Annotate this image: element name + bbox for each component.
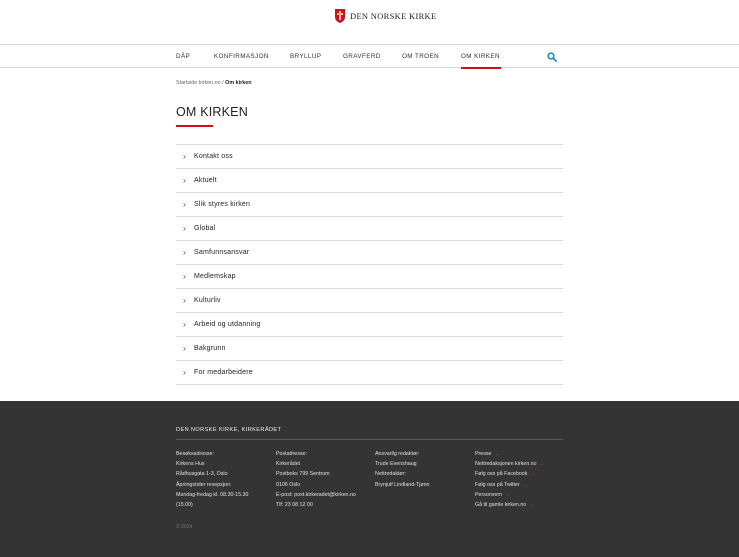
menu-item-label: Global	[194, 225, 216, 232]
nav-item-gravferd[interactable]: GRAVFERD	[343, 45, 381, 67]
arrow-right-icon: →	[529, 502, 535, 509]
arrow-right-icon: →	[539, 461, 545, 468]
menu-item-kontakt-oss[interactable]: › Kontakt oss	[176, 145, 563, 169]
arrow-right-icon: →	[522, 481, 528, 488]
footer-text: Kirkerådet	[276, 461, 301, 468]
footer-link-label: Gå til gamle kirken.no	[475, 502, 527, 509]
menu-item-slik-styres-kirken[interactable]: › Slik styres kirken	[176, 193, 563, 217]
footer-text: Kirkens Hus	[176, 461, 205, 468]
arrow-right-icon: →	[494, 451, 500, 457]
footer-text: 0106 Oslo	[276, 481, 301, 488]
footer-text: Trude Evenshaug	[375, 461, 417, 468]
breadcrumb-home-link[interactable]: Startside kirken.no	[176, 80, 221, 86]
breadcrumb: Startside kirken.no / Om kirken	[176, 80, 252, 86]
menu-item-label: Slik styres kirken	[194, 201, 251, 208]
footer-text: Brynjulf Lindland-Tjønn	[375, 481, 430, 488]
footer-editor-column: Ansvarlig redaktør: Trude Evenshaug Nett…	[375, 449, 429, 490]
copyright: © 2014	[176, 524, 193, 530]
chevron-right-icon: ›	[183, 176, 186, 185]
menu-item-for-medarbeidere[interactable]: › For medarbeidere	[176, 361, 563, 385]
menu-item-label: Aktuelt	[194, 177, 217, 184]
footer-text: Postboks 799 Sentrum	[276, 471, 330, 478]
menu-item-arbeid-og-utdanning[interactable]: › Arbeid og utdanning	[176, 313, 563, 337]
menu-item-label: Kontakt oss	[194, 153, 233, 160]
nav-item-konfirmasjon[interactable]: KONFIRMASJON	[214, 45, 269, 67]
nav-item-bryllup[interactable]: BRYLLUP	[290, 45, 321, 67]
footer-link-personvern[interactable]: Personvern →	[475, 490, 545, 500]
site-logo[interactable]: DEN NORSKE KIRKE	[334, 8, 437, 24]
menu-item-label: Kulturliv	[194, 297, 221, 304]
footer-link-facebook[interactable]: Følg oss på Facebook →	[475, 469, 545, 479]
footer-title: DEN NORSKE KIRKE, KIRKERÅDET	[176, 427, 282, 433]
footer-text: Mandag-fredag kl. 08.30-15.30	[176, 491, 249, 498]
search-icon[interactable]	[547, 52, 557, 62]
church-shield-icon	[335, 9, 345, 23]
breadcrumb-separator: /	[222, 80, 224, 86]
menu-item-global[interactable]: › Global	[176, 217, 563, 241]
footer-link-twitter[interactable]: Følg oss på Twitter →	[475, 480, 545, 490]
menu-item-samfunnsansvar[interactable]: › Samfunnsansvar	[176, 241, 563, 265]
breadcrumb-current: Om kirken	[225, 80, 252, 86]
footer-address-column: Besøksadresse: Kirkens Hus Rådhusgata 1-…	[176, 449, 248, 510]
menu-item-bakgrunn[interactable]: › Bakgrunn	[176, 337, 563, 361]
chevron-right-icon: ›	[183, 320, 186, 329]
nav-item-dap[interactable]: DÅP	[176, 45, 190, 67]
menu-item-aktuelt[interactable]: › Aktuelt	[176, 169, 563, 193]
footer-link-label: Følg oss på Twitter	[475, 481, 520, 488]
chevron-right-icon: ›	[183, 344, 186, 353]
footer-link-label: Personvern	[475, 491, 503, 498]
footer-postal-column: Postadresse: Kirkerådet Postboks 799 Sen…	[276, 449, 356, 510]
arrow-right-icon: →	[505, 491, 511, 498]
chevron-right-icon: ›	[183, 248, 186, 257]
page-title: OM KIRKEN	[176, 105, 248, 119]
menu-item-label: Medlemskap	[194, 273, 236, 280]
chevron-right-icon: ›	[183, 368, 186, 377]
footer-link-presse[interactable]: Presse →	[475, 449, 545, 459]
chevron-right-icon: ›	[183, 224, 186, 233]
menu-item-medlemskap[interactable]: › Medlemskap	[176, 265, 563, 289]
footer-text: Postadresse:	[276, 451, 307, 457]
footer-text: Nettredaktør:	[375, 471, 406, 478]
menu-item-label: Bakgrunn	[194, 345, 226, 352]
logo-text: DEN NORSKE KIRKE	[350, 11, 437, 21]
footer-text: Rådhusgata 1-3, Oslo	[176, 471, 228, 478]
main-nav: DÅP KONFIRMASJON BRYLLUP GRAVFERD OM TRO…	[0, 44, 739, 69]
title-underline	[176, 125, 213, 127]
footer-links-column: Presse → Nettredaksjonen kirken.no → Følg …	[475, 449, 545, 510]
footer-link-label: Følg oss på Facebook	[475, 471, 528, 478]
chevron-right-icon: ›	[183, 272, 186, 281]
footer-divider	[176, 439, 563, 440]
footer-text: Besøksadresse:	[176, 451, 214, 457]
footer-link-label: Presse	[475, 451, 492, 457]
footer-link-nettredaksjonen[interactable]: Nettredaksjonen kirken.no →	[475, 459, 545, 469]
menu-item-label: Arbeid og utdanning	[194, 321, 261, 328]
section-menu: › Kontakt oss › Aktuelt › Slik styres ki…	[176, 144, 563, 385]
menu-item-kulturliv[interactable]: › Kulturliv	[176, 289, 563, 313]
footer-text: Tlf: 23 08 12 00	[276, 502, 313, 509]
chevron-right-icon: ›	[183, 152, 186, 161]
footer-text: Åpningstider resepsjon:	[176, 481, 232, 488]
site-header: DEN NORSKE KIRKE	[0, 0, 739, 44]
arrow-right-icon: →	[530, 471, 536, 478]
footer-email-link[interactable]: E-post: post.kirkeradet@kirken.no	[276, 490, 356, 500]
menu-item-label: For medarbeidere	[194, 369, 253, 376]
nav-item-om-troen[interactable]: OM TROEN	[402, 45, 439, 67]
chevron-right-icon: ›	[183, 296, 186, 305]
footer-text: Ansvarlig redaktør:	[375, 451, 420, 457]
site-footer: DEN NORSKE KIRKE, KIRKERÅDET Besøksadres…	[0, 401, 739, 557]
nav-item-om-kirken[interactable]: OM KIRKEN	[461, 45, 501, 69]
chevron-right-icon: ›	[183, 200, 186, 209]
footer-text: (15.00)	[176, 502, 193, 509]
footer-link-label: Nettredaksjonen kirken.no	[475, 461, 537, 468]
footer-link-gamle-kirken[interactable]: Gå til gamle kirken.no →	[475, 500, 545, 510]
menu-item-label: Samfunnsansvar	[194, 249, 250, 256]
